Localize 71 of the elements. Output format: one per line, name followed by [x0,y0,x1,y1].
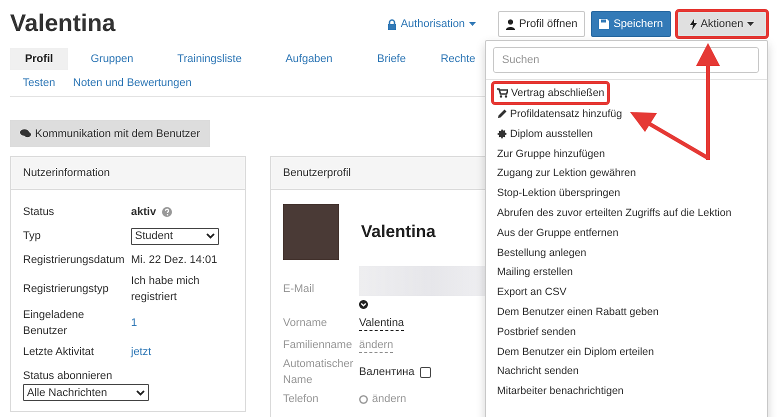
info-label: Status [23,205,56,220]
field-label: Telefon [283,392,320,407]
tab[interactable]: Rechte [428,48,488,70]
tab[interactable]: Profil [10,48,68,70]
authorisation-dropdown[interactable]: Authorisation [386,18,476,30]
info-label: Typ [23,229,42,244]
info-label: Registrierungsdatum [23,253,126,268]
checkbox[interactable] [420,366,432,378]
tab[interactable]: Aufgaben [263,48,355,70]
info-link[interactable]: 1 [131,315,233,331]
lightning-icon [690,18,697,30]
tab[interactable]: Briefe [355,48,428,70]
cart-icon [497,88,508,98]
menu-item[interactable]: Dem Benutzer einen Rabatt geben [493,303,663,321]
profile-name: Valentina [361,222,436,242]
chevron-down-icon [206,233,215,239]
menu-item[interactable]: Stop-Lektion überspringen [493,184,624,202]
menu-item[interactable]: Zur Gruppe hinzufügen [493,144,609,162]
auto-name-value: Валентина [359,366,414,378]
search-field[interactable]: Suchen [493,47,759,73]
info-value: Ich habe mich registriert [131,274,200,305]
menu-item[interactable]: Export an CSV [493,283,570,301]
field-label: Vorname [283,316,328,331]
menu-item[interactable]: Aus der Gruppe entfernen [493,224,622,242]
menu-item[interactable]: Mitarbeiter benachrichtigen [493,382,628,400]
certificate-icon [497,128,507,139]
caret-icon [747,22,754,26]
communication-button[interactable]: Kommunikation mit dem Benutzer [10,120,210,147]
subscribe-label: Status abonnieren [23,369,114,384]
info-label: Registrierungstyp [23,282,110,297]
help-icon[interactable] [162,207,172,217]
tab[interactable]: Testen [22,72,56,94]
menu-item[interactable]: Vertrag abschließen [493,83,608,103]
chevron-down-icon [136,390,145,396]
field-label: E-Mail [283,282,316,297]
photo-placeholder [283,204,339,260]
lock-icon [386,18,397,30]
type-select[interactable]: Student [131,228,219,244]
info-link[interactable]: jetzt [131,344,233,360]
menu-item[interactable]: Diplom ausstellen [493,125,597,143]
status-value: aktiv [131,205,156,220]
panel-title: Benutzerprofil [283,167,351,179]
caret-icon [468,22,476,26]
chevron-circle-icon[interactable] [359,300,368,309]
menu-item[interactable]: Zugang zur Lektion gewähren [493,164,640,182]
menu-item[interactable]: Bestellung anlegen [493,244,590,262]
editable-value[interactable]: Valentina [359,316,404,330]
subscription-select[interactable]: Alle Nachrichten [23,384,149,401]
info-label: Eingeladene Benutzer [23,308,86,339]
tab[interactable]: Trainingsliste [156,48,263,70]
field-label: Automatischer Name [283,357,354,388]
tab[interactable]: Noten und Bewertungen [68,72,192,94]
info-value: Mi. 22 Dez. 14:01 [131,253,218,268]
field-label: Familienname [283,338,354,353]
actions-button[interactable]: Aktionen [677,11,767,37]
menu-item[interactable]: Abrufen des zuvor erteilten Zugriffs auf die Lektion [493,204,736,222]
phone-icon [359,394,368,404]
menu-item[interactable]: Dem Benutzer ein Diplom erteilen [493,342,658,360]
menu-item[interactable]: Nachricht senden [493,362,583,380]
menu-item[interactable]: Postbrief senden [493,323,580,341]
pencil-icon [497,109,507,120]
chat-bubbles-icon [20,129,31,138]
user-icon [506,18,515,30]
save-button[interactable]: Speichern [591,11,671,37]
menu-item[interactable]: Profildatensatz hinzufüg [493,105,626,123]
menu-item[interactable]: Mailing erstellen [493,264,577,282]
tab[interactable]: Gruppen [68,48,156,70]
page-title: Valentina [10,10,116,38]
open-profile-button[interactable]: Profil öffnen [498,11,586,37]
panel-title: Nutzerinformation [23,167,110,179]
info-label: Letzte Aktivitat [23,345,95,360]
